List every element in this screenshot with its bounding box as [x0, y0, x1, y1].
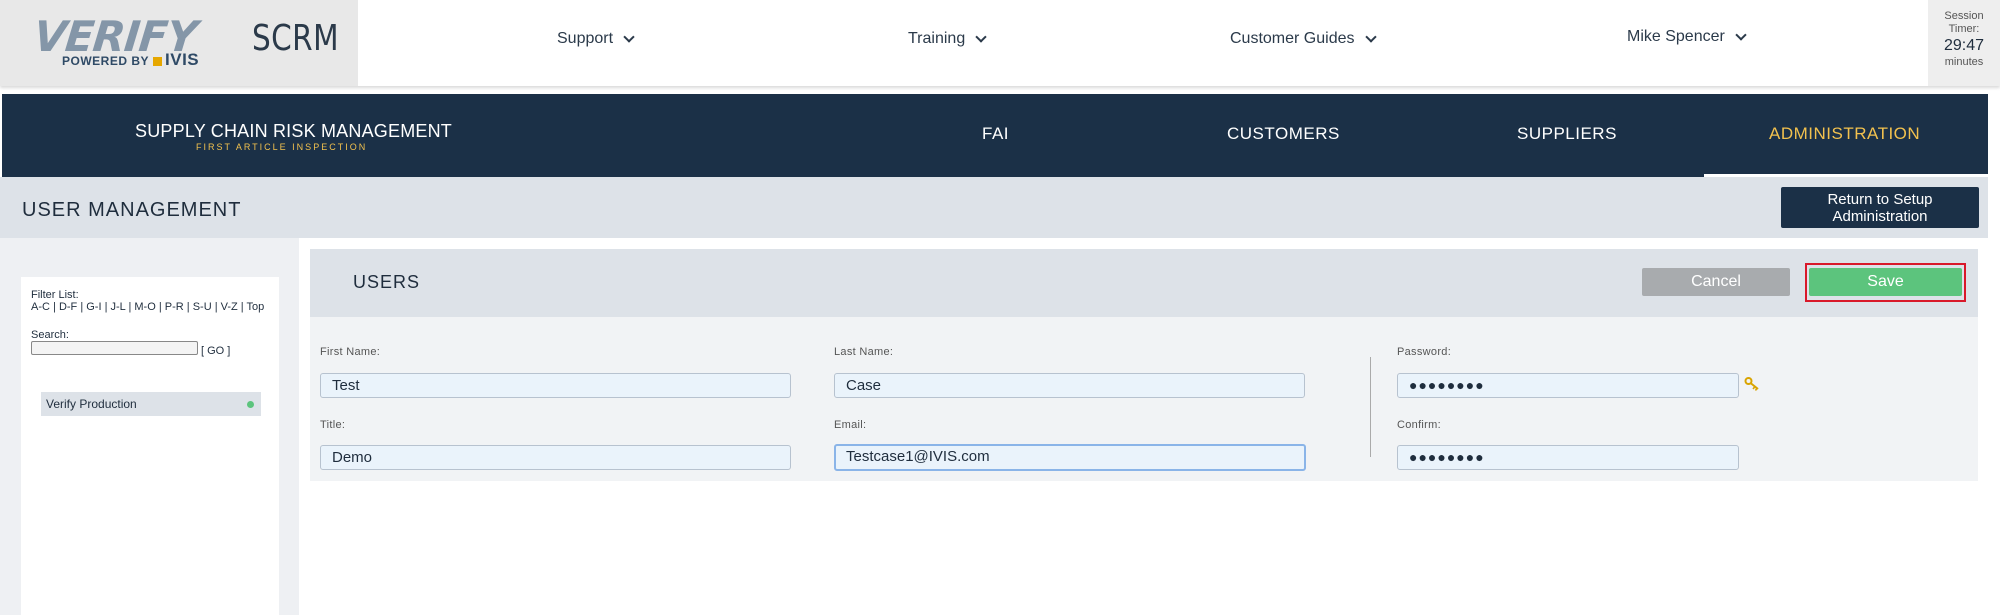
- filter-links: A-C | D-F | G-I | J-L | M-O | P-R | S-U …: [31, 301, 265, 313]
- email-field[interactable]: Testcase1@IVIS.com: [834, 444, 1306, 471]
- top-header: VERIFY POWERED BY IVIS SCRM Support Train…: [0, 0, 2000, 86]
- nav-support-label: Support: [557, 30, 614, 47]
- nav-customer-guides-label: Customer Guides: [1230, 30, 1355, 47]
- key-icon[interactable]: [1744, 376, 1760, 392]
- tree-item-verify-production[interactable]: Verify Production: [41, 392, 261, 416]
- tab-fai[interactable]: FAI: [982, 124, 1009, 144]
- last-name-field[interactable]: Case: [834, 373, 1305, 398]
- tab-customers[interactable]: CUSTOMERS: [1227, 124, 1340, 144]
- search-input[interactable]: [31, 341, 198, 355]
- user-name: Mike Spencer: [1627, 28, 1725, 45]
- content-area: Filter List: A-C | D-F | G-I | J-L | M-O…: [0, 238, 1988, 615]
- filter-link-top[interactable]: Top: [247, 301, 265, 313]
- user-form: First Name: Test Last Name: Case Passwor…: [310, 317, 1978, 481]
- nav-customer-guides[interactable]: Customer Guides: [1230, 30, 1377, 48]
- password-field[interactable]: ●●●●●●●●: [1397, 373, 1739, 398]
- email-label: Email:: [834, 419, 867, 431]
- session-timer: Session Timer: 29:47 minutes: [1928, 0, 2000, 86]
- users-title: USERS: [353, 272, 421, 292]
- first-name-label: First Name:: [320, 346, 381, 358]
- filter-link[interactable]: S-U: [193, 301, 212, 313]
- filter-link[interactable]: G-I: [86, 301, 101, 313]
- go-button[interactable]: [ GO ]: [201, 345, 230, 357]
- powered-by-text: POWERED BY: [62, 54, 150, 68]
- logo-area[interactable]: VERIFY POWERED BY IVIS SCRM: [0, 0, 358, 86]
- form-divider: [1370, 357, 1371, 457]
- nav-training-label: Training: [908, 30, 966, 47]
- brand-title[interactable]: SUPPLY CHAIN RISK MANAGEMENT: [135, 121, 452, 142]
- nav-training[interactable]: Training: [908, 30, 987, 48]
- title-label: Title:: [320, 419, 346, 431]
- chevron-down-icon: [623, 30, 635, 43]
- last-name-label: Last Name:: [834, 346, 894, 358]
- filter-link[interactable]: P-R: [165, 301, 184, 313]
- confirm-password-field[interactable]: ●●●●●●●●: [1397, 445, 1739, 470]
- session-time: 29:47: [1943, 37, 1985, 54]
- filter-link[interactable]: M-O: [134, 301, 155, 313]
- main-nav: SUPPLY CHAIN RISK MANAGEMENT FIRST ARTIC…: [2, 94, 1988, 178]
- ivis-mark-icon: [153, 57, 163, 67]
- tab-administration[interactable]: ADMINISTRATION: [1769, 124, 1920, 144]
- session-unit: minutes: [1944, 56, 1984, 68]
- password-label: Password:: [1397, 346, 1452, 358]
- brand-subtitle: FIRST ARTICLE INSPECTION: [196, 142, 368, 152]
- user-menu[interactable]: Mike Spencer: [1627, 28, 1747, 46]
- tab-suppliers[interactable]: SUPPLIERS: [1517, 124, 1617, 144]
- filter-link[interactable]: V-Z: [221, 301, 238, 313]
- app-name: SCRM: [252, 18, 339, 59]
- confirm-label: Confirm:: [1397, 419, 1441, 431]
- chevron-down-icon: [975, 30, 987, 43]
- cancel-button[interactable]: Cancel: [1642, 268, 1790, 296]
- search-label: Search:: [31, 329, 69, 341]
- ivis-text: IVIS: [165, 50, 200, 69]
- users-header: USERS Cancel Save: [310, 249, 1978, 317]
- page-title: USER MANAGEMENT: [22, 199, 242, 221]
- title-field[interactable]: Demo: [320, 445, 791, 470]
- filter-link[interactable]: J-L: [111, 301, 126, 313]
- status-dot-icon: [247, 401, 254, 408]
- timer-label: Timer:: [1948, 23, 1980, 35]
- chevron-down-icon: [1364, 30, 1377, 43]
- powered-by-logo: POWERED BY IVIS: [62, 50, 199, 70]
- nav-support[interactable]: Support: [557, 30, 635, 48]
- save-button[interactable]: Save: [1809, 268, 1962, 296]
- return-to-setup-button[interactable]: Return to Setup Administration: [1781, 187, 1979, 228]
- filter-link[interactable]: A-C: [31, 301, 50, 313]
- sidebar: Filter List: A-C | D-F | G-I | J-L | M-O…: [21, 277, 279, 615]
- filter-link[interactable]: D-F: [59, 301, 77, 313]
- chevron-down-icon: [1735, 28, 1747, 41]
- filter-label: Filter List:: [31, 289, 79, 301]
- page-header: USER MANAGEMENT Return to Setup Administ…: [0, 177, 1988, 238]
- first-name-field[interactable]: Test: [320, 373, 791, 398]
- session-label: Session: [1944, 10, 1984, 22]
- tree-item-label: Verify Production: [46, 397, 137, 411]
